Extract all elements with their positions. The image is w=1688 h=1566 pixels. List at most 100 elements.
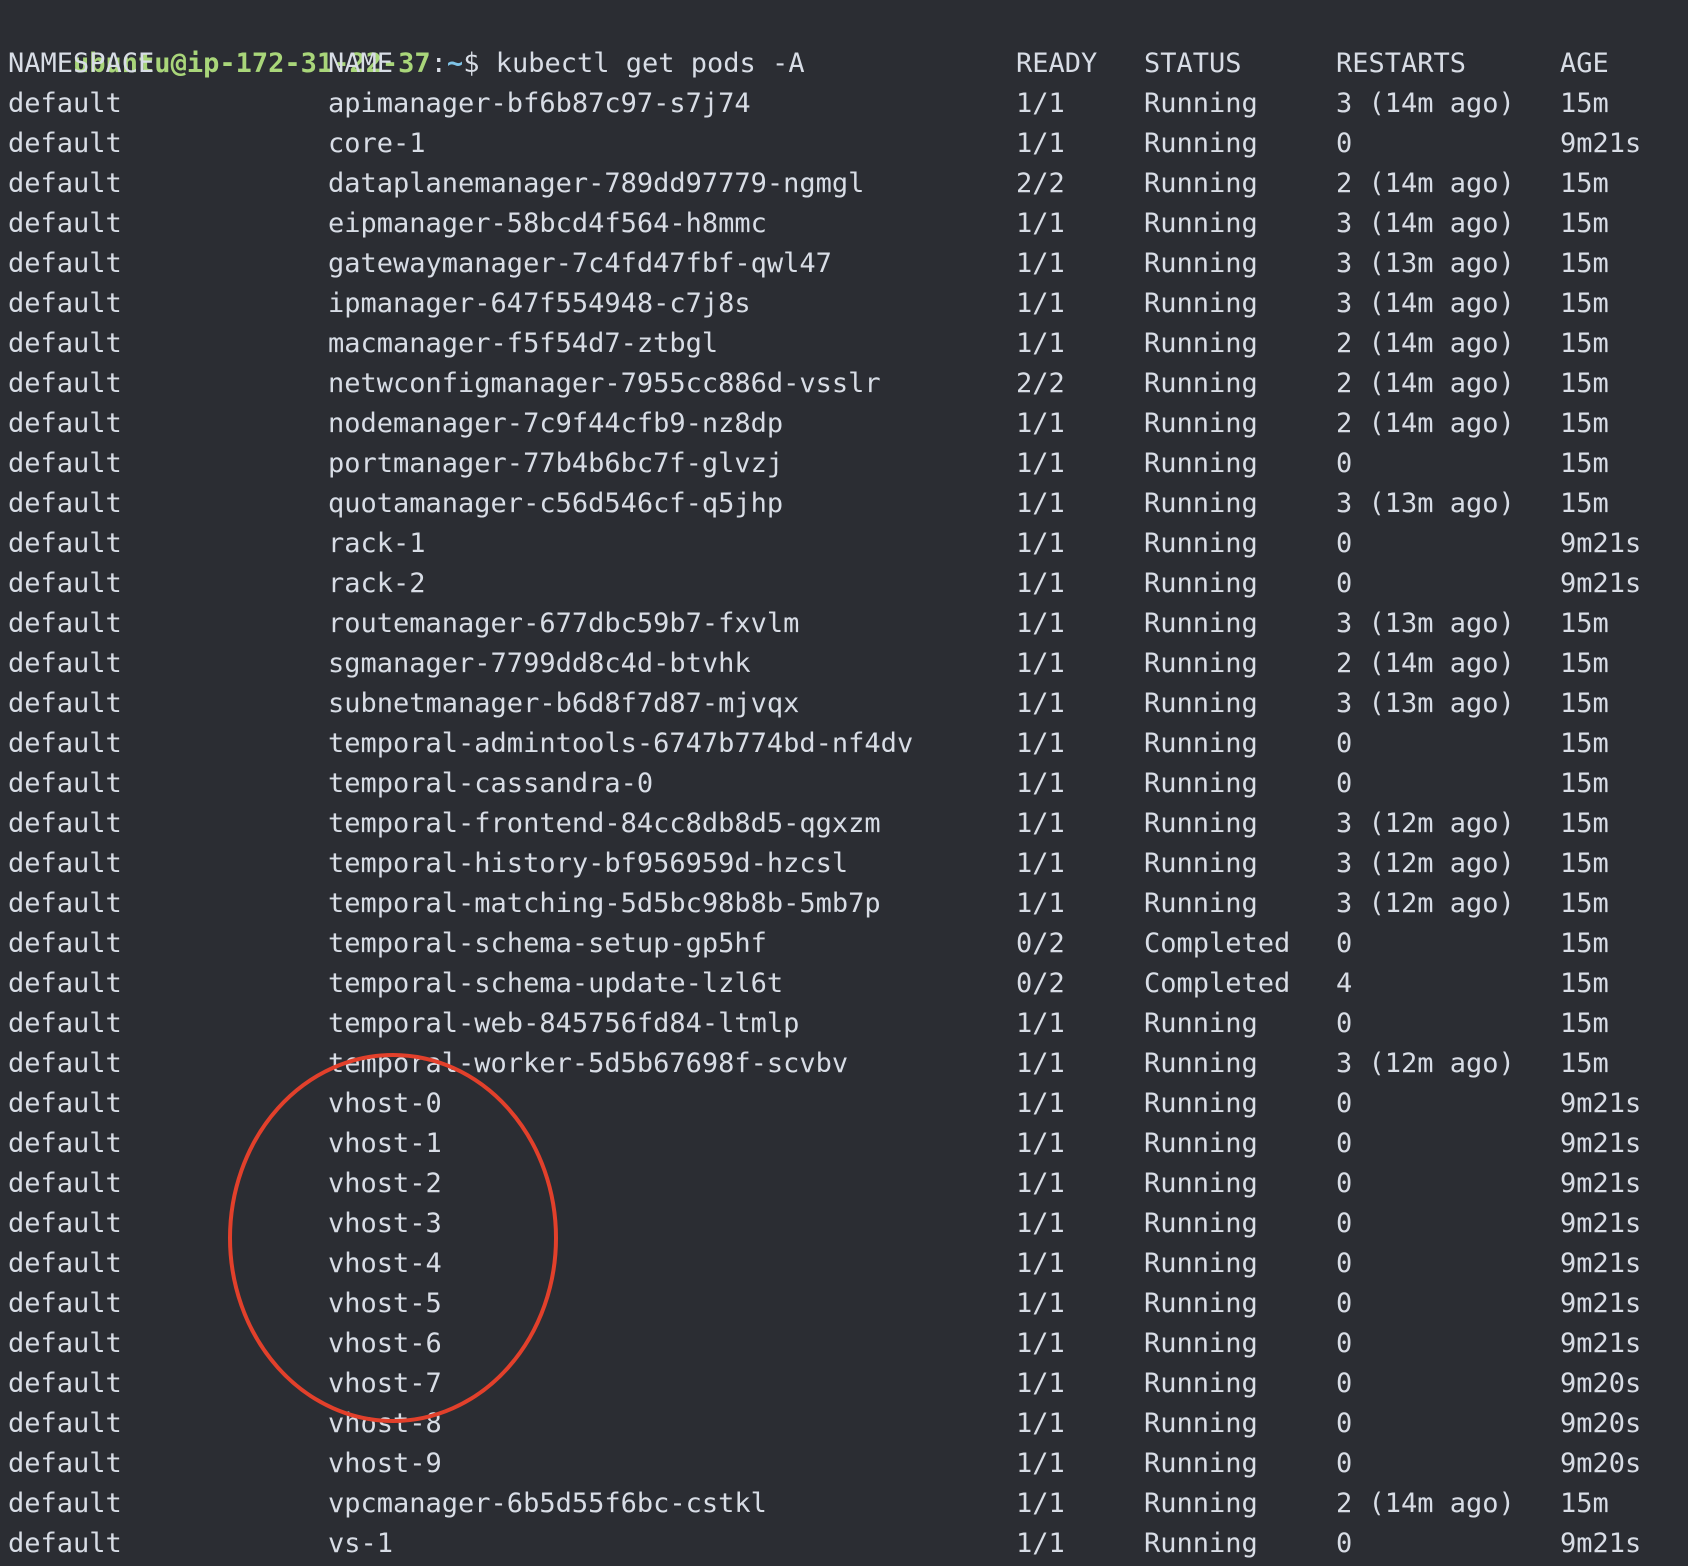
header-status: STATUS	[1144, 48, 1242, 79]
header-namespace: NAMESPACE	[8, 48, 155, 79]
cell-age: 9m21s	[1560, 528, 1642, 559]
prompt-symbol: $	[463, 48, 480, 79]
cell-namespace: default	[8, 1168, 122, 1199]
cell-age: 15m	[1560, 1008, 1609, 1039]
cell-name: netwconfigmanager-7955cc886d-vsslr	[328, 368, 881, 399]
cell-restarts: 0	[1336, 128, 1353, 159]
cell-age: 15m	[1560, 808, 1609, 839]
cell-restarts: 0	[1336, 1448, 1353, 1479]
cell-status: Running	[1144, 1248, 1258, 1279]
cell-restarts: 0	[1336, 728, 1353, 759]
cell-age: 15m	[1560, 368, 1609, 399]
cell-age: 15m	[1560, 208, 1609, 239]
cell-namespace: default	[8, 1048, 122, 1079]
cell-age: 15m	[1560, 848, 1609, 879]
cell-namespace: default	[8, 288, 122, 319]
cell-ready: 1/1	[1016, 688, 1065, 719]
cell-ready: 1/1	[1016, 1208, 1065, 1239]
cell-name: vhost-4	[328, 1248, 442, 1279]
cell-status: Running	[1144, 1488, 1258, 1519]
cell-name: temporal-schema-setup-gp5hf	[328, 928, 767, 959]
cell-namespace: default	[8, 528, 122, 559]
cell-name: rack-2	[328, 568, 426, 599]
cell-ready: 1/1	[1016, 1488, 1065, 1519]
cell-status: Running	[1144, 808, 1258, 839]
cell-ready: 1/1	[1016, 1528, 1065, 1559]
cell-status: Running	[1144, 208, 1258, 239]
cell-restarts: 3 (12m ago)	[1336, 888, 1515, 919]
cell-restarts: 0	[1336, 1128, 1353, 1159]
cell-name: vhost-1	[328, 1128, 442, 1159]
cell-namespace: default	[8, 1128, 122, 1159]
cell-name: vhost-8	[328, 1408, 442, 1439]
cell-ready: 2/2	[1016, 168, 1065, 199]
cell-restarts: 0	[1336, 1008, 1353, 1039]
cell-namespace: default	[8, 88, 122, 119]
cell-name: sgmanager-7799dd8c4d-btvhk	[328, 648, 751, 679]
cell-status: Running	[1144, 1448, 1258, 1479]
cell-name: temporal-schema-update-lzl6t	[328, 968, 784, 999]
cell-restarts: 3 (14m ago)	[1336, 208, 1515, 239]
cell-name: eipmanager-58bcd4f564-h8mmc	[328, 208, 767, 239]
cell-restarts: 0	[1336, 1248, 1353, 1279]
cell-name: vhost-2	[328, 1168, 442, 1199]
cell-status: Running	[1144, 128, 1258, 159]
cell-restarts: 0	[1336, 1088, 1353, 1119]
cell-namespace: default	[8, 208, 122, 239]
cell-namespace: default	[8, 888, 122, 919]
cell-status: Running	[1144, 368, 1258, 399]
cell-namespace: default	[8, 248, 122, 279]
cell-status: Running	[1144, 768, 1258, 799]
cell-name: vs-1	[328, 1528, 394, 1559]
cell-status: Running	[1144, 1208, 1258, 1239]
cell-ready: 1/1	[1016, 1088, 1065, 1119]
cell-namespace: default	[8, 1248, 122, 1279]
cell-namespace: default	[8, 848, 122, 879]
cell-name: temporal-worker-5d5b67698f-scvbv	[328, 1048, 849, 1079]
cell-name: nodemanager-7c9f44cfb9-nz8dp	[328, 408, 784, 439]
cell-status: Running	[1144, 1528, 1258, 1559]
cell-status: Running	[1144, 568, 1258, 599]
cell-status: Completed	[1144, 928, 1291, 959]
cell-name: vhost-7	[328, 1368, 442, 1399]
cell-ready: 1/1	[1016, 1328, 1065, 1359]
cell-ready: 1/1	[1016, 328, 1065, 359]
terminal-window[interactable]: ubuntu@ip-172-31-22-37:~$ kubectl get po…	[0, 0, 1688, 1566]
cell-namespace: default	[8, 128, 122, 159]
cell-namespace: default	[8, 648, 122, 679]
cell-ready: 1/1	[1016, 848, 1065, 879]
cell-namespace: default	[8, 1528, 122, 1559]
cell-ready: 1/1	[1016, 808, 1065, 839]
cell-status: Running	[1144, 1408, 1258, 1439]
cell-name: macmanager-f5f54d7-ztbgl	[328, 328, 719, 359]
cell-name: vhost-9	[328, 1448, 442, 1479]
cell-namespace: default	[8, 448, 122, 479]
cell-restarts: 0	[1336, 1368, 1353, 1399]
cell-ready: 1/1	[1016, 768, 1065, 799]
cell-name: vhost-5	[328, 1288, 442, 1319]
cell-ready: 0/2	[1016, 968, 1065, 999]
cell-restarts: 3 (14m ago)	[1336, 88, 1515, 119]
command-text: kubectl get pods -A	[495, 48, 805, 79]
cell-ready: 1/1	[1016, 1008, 1065, 1039]
cell-restarts: 2 (14m ago)	[1336, 328, 1515, 359]
cell-ready: 2/2	[1016, 368, 1065, 399]
cell-age: 15m	[1560, 608, 1609, 639]
cell-restarts: 0	[1336, 1408, 1353, 1439]
cell-age: 9m21s	[1560, 1328, 1642, 1359]
cell-namespace: default	[8, 768, 122, 799]
cell-age: 9m20s	[1560, 1448, 1642, 1479]
cell-ready: 1/1	[1016, 568, 1065, 599]
cell-ready: 1/1	[1016, 528, 1065, 559]
cell-namespace: default	[8, 1008, 122, 1039]
cell-status: Running	[1144, 288, 1258, 319]
cell-status: Running	[1144, 328, 1258, 359]
cell-restarts: 3 (13m ago)	[1336, 688, 1515, 719]
cell-ready: 1/1	[1016, 1128, 1065, 1159]
cell-restarts: 2 (14m ago)	[1336, 648, 1515, 679]
cell-status: Running	[1144, 888, 1258, 919]
cell-name: temporal-cassandra-0	[328, 768, 654, 799]
cell-status: Running	[1144, 848, 1258, 879]
header-restarts: RESTARTS	[1336, 48, 1467, 79]
cell-namespace: default	[8, 168, 122, 199]
